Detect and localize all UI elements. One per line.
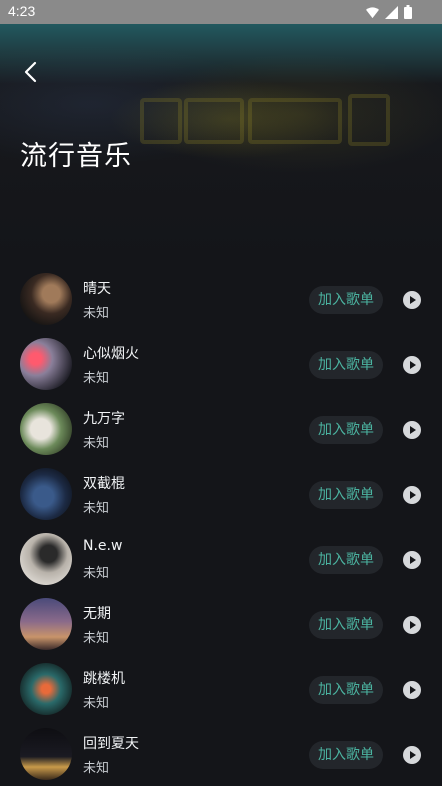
song-artist: 未知 (83, 306, 110, 321)
song-cover (20, 728, 72, 780)
battery-icon (404, 5, 412, 19)
song-artist: 未知 (83, 631, 110, 646)
song-title: 无期 (83, 606, 111, 622)
song-row[interactable]: 心似烟火 未知 加入歌单 (0, 331, 442, 396)
play-icon[interactable] (403, 681, 421, 699)
play-icon[interactable] (403, 421, 421, 439)
song-artist: 未知 (83, 696, 110, 711)
song-artist: 未知 (83, 761, 110, 776)
add-to-playlist-button[interactable]: 加入歌单 (309, 351, 383, 379)
song-row[interactable]: N.e.w 未知 加入歌单 (0, 526, 442, 591)
banner-blur-shape (184, 98, 244, 144)
song-row[interactable]: 双截棍 未知 加入歌单 (0, 461, 442, 526)
song-row[interactable]: 九万字 未知 加入歌单 (0, 396, 442, 461)
song-cover (20, 598, 72, 650)
back-icon[interactable] (20, 60, 44, 84)
banner-blur-shape (248, 98, 342, 144)
add-to-playlist-button[interactable]: 加入歌单 (309, 546, 383, 574)
page-title: 流行音乐 (20, 141, 132, 172)
add-to-playlist-button[interactable]: 加入歌单 (309, 416, 383, 444)
song-list: 晴天 未知 加入歌单 心似烟火 未知 加入歌单 九万字 未知 加入歌单 双截棍 … (0, 266, 442, 786)
song-title: 跳楼机 (83, 671, 125, 687)
song-artist: 未知 (83, 436, 110, 451)
song-cover (20, 468, 72, 520)
status-time: 4:23 (8, 3, 36, 19)
song-title: N.e.w (83, 538, 123, 554)
song-row[interactable]: 跳楼机 未知 加入歌单 (0, 656, 442, 721)
add-to-playlist-button[interactable]: 加入歌单 (309, 676, 383, 704)
add-to-playlist-button[interactable]: 加入歌单 (309, 611, 383, 639)
song-artist: 未知 (83, 566, 110, 581)
play-icon[interactable] (403, 291, 421, 309)
status-bar: 4:23 (0, 0, 442, 24)
play-icon[interactable] (403, 746, 421, 764)
status-icons (366, 5, 412, 19)
add-to-playlist-button[interactable]: 加入歌单 (309, 741, 383, 769)
song-artist: 未知 (83, 501, 110, 516)
wifi-icon (366, 6, 379, 18)
add-to-playlist-button[interactable]: 加入歌单 (309, 286, 383, 314)
song-row[interactable]: 无期 未知 加入歌单 (0, 591, 442, 656)
banner-blur-shape (348, 94, 390, 146)
play-icon[interactable] (403, 486, 421, 504)
signal-icon (385, 5, 398, 19)
song-cover (20, 403, 72, 455)
song-row[interactable]: 晴天 未知 加入歌单 (0, 266, 442, 331)
add-to-playlist-button[interactable]: 加入歌单 (309, 481, 383, 509)
play-icon[interactable] (403, 551, 421, 569)
song-title: 双截棍 (83, 476, 125, 492)
song-cover (20, 273, 72, 325)
song-artist: 未知 (83, 371, 110, 386)
song-row[interactable]: 回到夏天 未知 加入歌单 (0, 721, 442, 786)
play-icon[interactable] (403, 356, 421, 374)
song-cover (20, 533, 72, 585)
song-title: 九万字 (83, 411, 125, 427)
song-title: 晴天 (83, 281, 111, 297)
song-cover (20, 663, 72, 715)
play-icon[interactable] (403, 616, 421, 634)
header-banner: 流行音乐 (0, 24, 442, 260)
song-title: 回到夏天 (83, 736, 139, 752)
song-cover (20, 338, 72, 390)
song-title: 心似烟火 (83, 346, 139, 362)
banner-blur-shape (140, 98, 182, 144)
